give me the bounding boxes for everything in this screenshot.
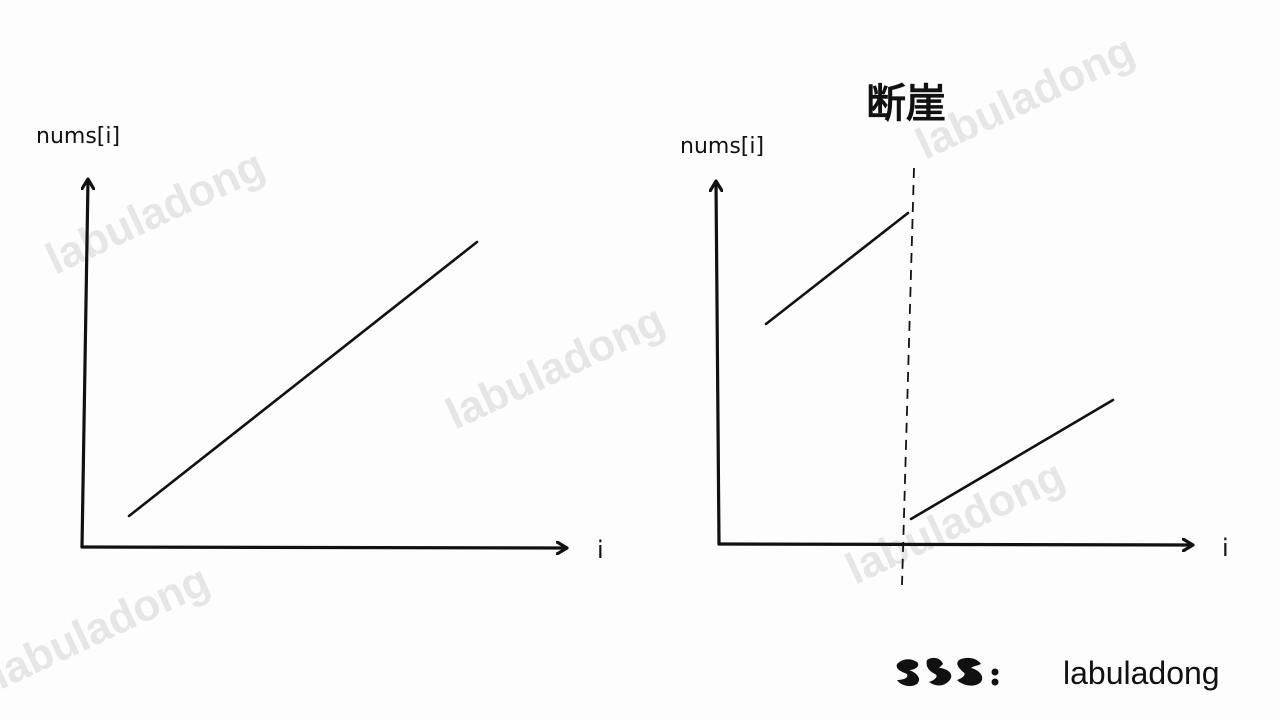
watermark-2: labuladong: [439, 295, 672, 439]
left-y-axis-label: nums[i]: [36, 124, 120, 149]
signature: labuladong: [896, 655, 1220, 691]
watermark-5: labuladong: [0, 555, 217, 699]
left-x-axis: [80, 547, 566, 548]
diagram-svg: labuladong labuladong labuladong labulad…: [0, 25, 1229, 699]
left-x-axis-label: i: [597, 536, 604, 564]
right-x-axis: [717, 544, 1192, 545]
right-y-axis: [716, 182, 719, 546]
left-plot: nums[i] i: [36, 124, 604, 564]
right-upper-segment: [764, 211, 910, 326]
right-x-axis-label: i: [1222, 534, 1229, 562]
watermarks: labuladong labuladong labuladong labulad…: [0, 25, 1142, 699]
left-increasing-line: [127, 240, 479, 518]
calligraphy-seal-icon: [896, 657, 999, 687]
signature-brand: labuladong: [1063, 655, 1220, 691]
watermark-1: labuladong: [39, 140, 272, 284]
watermark-4: labuladong: [839, 450, 1072, 594]
right-y-axis-label: nums[i]: [680, 134, 764, 159]
diagram-canvas: labuladong labuladong labuladong labulad…: [0, 0, 1280, 720]
cliff-label: 断崖: [866, 81, 946, 127]
